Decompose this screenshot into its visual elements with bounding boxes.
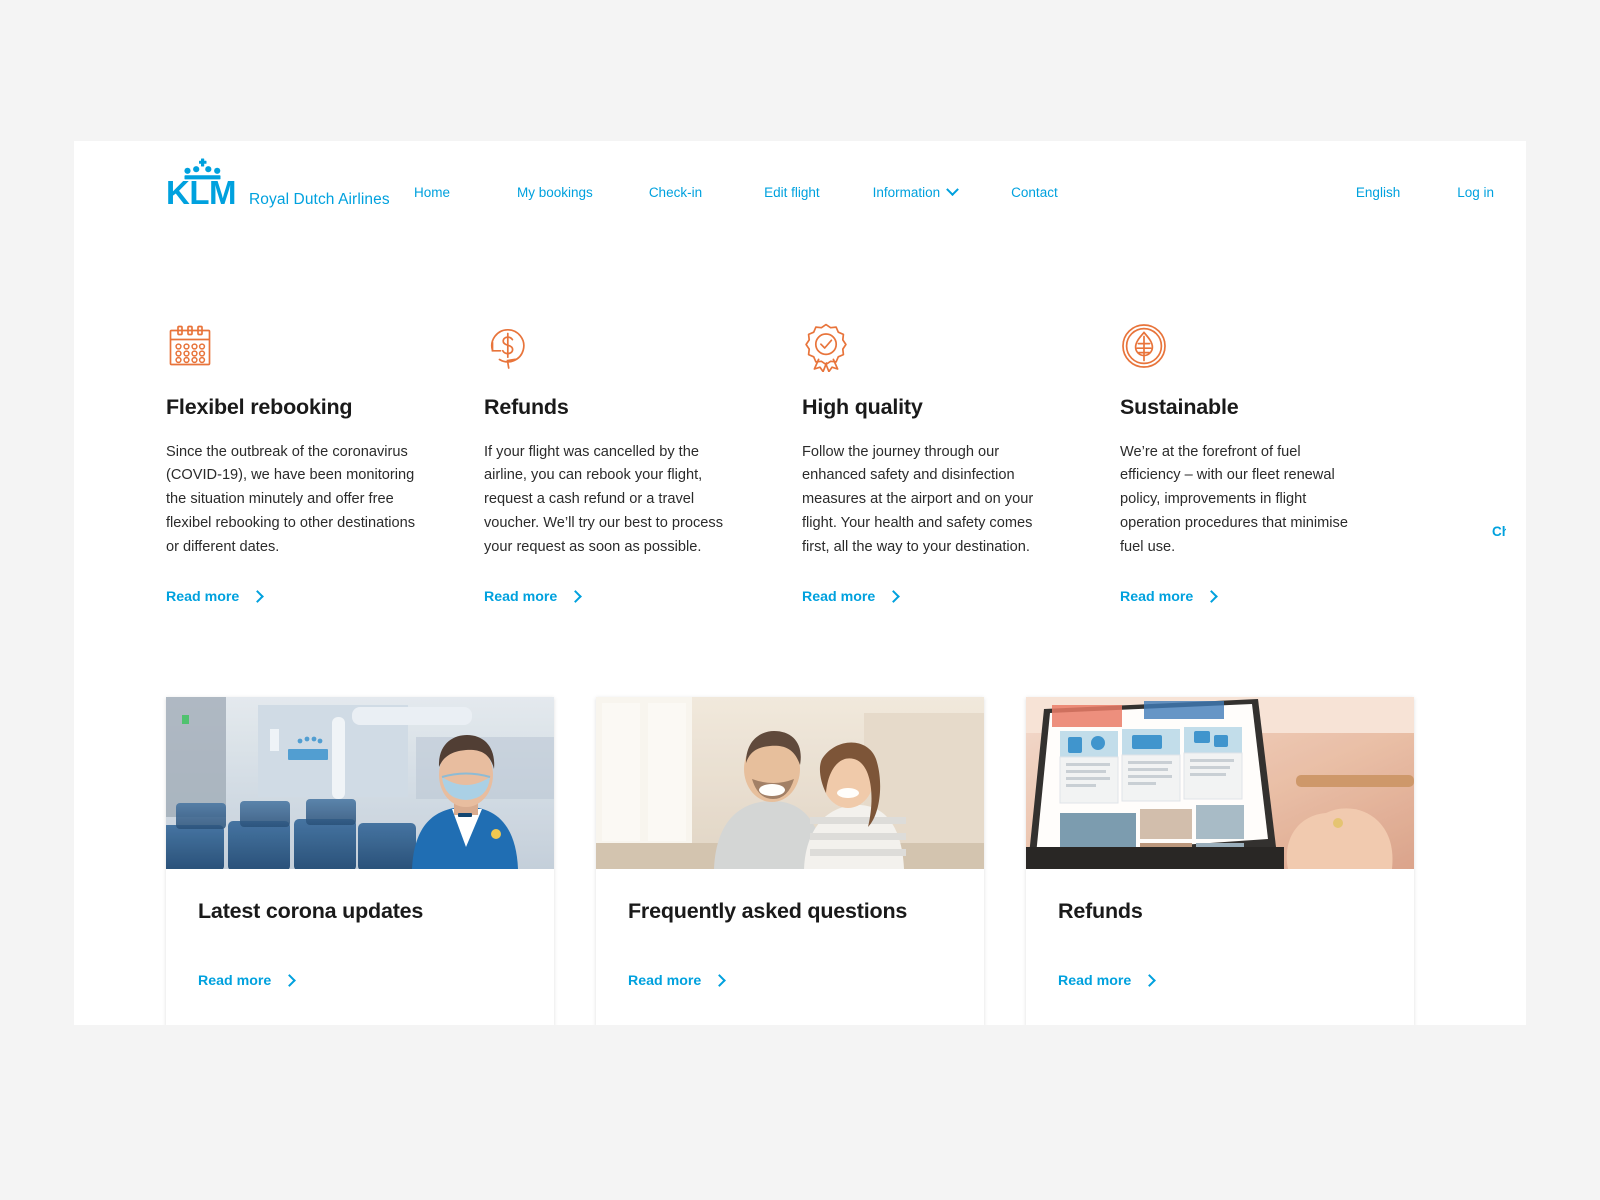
chevron-down-icon [946,183,960,197]
feature-body: Follow the journey through our enhanced … [802,443,1034,555]
card-latest-corona-updates[interactable]: Latest corona updates Read more [166,697,554,1025]
read-more-label: Read more [1120,588,1194,605]
quality-badge-icon [802,322,1120,373]
main-nav: Home My bookings Check-in Edit flight In… [414,183,1058,200]
site-header: KLM Royal Dutch Airlines Home My booking… [74,141,1526,256]
feature-high-quality: High quality Follow the journey through … [802,322,1120,606]
read-more-link[interactable]: Read more [802,588,901,605]
nav-item-my-bookings-label: My bookings [517,185,593,200]
card-body: Latest corona updates Read more [166,869,554,1025]
card-refunds[interactable]: Refunds Read more [1026,697,1414,1025]
login-link[interactable]: Log in [1457,186,1494,200]
chat-tab[interactable]: Chat [1492,524,1506,539]
nav-item-check-in[interactable]: Check-in [649,186,702,200]
nav-item-my-bookings[interactable]: My bookings [517,186,593,200]
chevron-right-icon [251,590,265,604]
read-more-link[interactable]: Read more [166,588,265,605]
chevron-right-icon [713,974,727,988]
read-more-label: Read more [628,972,702,989]
read-more-label: Read more [166,588,240,605]
klm-logo-link[interactable]: KLM Royal Dutch Airlines [166,158,390,211]
smiling-couple-on-couch-photo [596,697,984,869]
feature-body: If your flight was cancelled by the airl… [484,443,724,555]
nav-item-information[interactable]: Information [872,183,960,200]
nav-item-check-in-label: Check-in [648,185,703,200]
card-body: Refunds Read more [1026,869,1414,1025]
klm-crown-icon: KLM [166,158,240,211]
calendar-icon [166,322,484,370]
promo-cards: Latest corona updates Read more Frequent… [166,697,1414,1025]
feature-title: Refunds [484,395,569,419]
feature-title: Sustainable [1120,395,1239,419]
feature-sustainable: Sustainable We’re at the forefront of fu… [1120,322,1438,606]
chevron-right-icon [887,590,901,604]
read-more-label: Read more [802,588,876,605]
header-utilities: English Log in [1356,186,1494,200]
read-more-link[interactable]: Read more [1120,588,1219,605]
chevron-right-icon [1143,974,1157,988]
nav-item-edit-flight-label: Edit flight [764,185,820,200]
feature-columns: Flexibel rebooking Since the outbreak of… [166,322,1456,606]
nav-item-home-label: Home [414,185,451,200]
read-more-label: Read more [198,972,272,989]
read-more-label: Read more [484,588,558,605]
chevron-right-icon [1205,590,1219,604]
read-more-link[interactable]: Read more [628,972,727,989]
nav-item-contact[interactable]: Contact [1011,186,1058,200]
feature-refunds: Refunds If your flight was cancelled by … [484,322,802,606]
read-more-link[interactable]: Read more [1058,972,1157,989]
card-frequently-asked-questions[interactable]: Frequently asked questions Read more [596,697,984,1025]
chevron-right-icon [569,590,583,604]
read-more-link[interactable]: Read more [198,972,297,989]
page-canvas: KLM Royal Dutch Airlines Home My booking… [0,0,1600,1200]
chevron-right-icon [283,974,297,988]
feature-title: Flexibel rebooking [166,395,353,419]
site-sheet: KLM Royal Dutch Airlines Home My booking… [74,141,1526,1025]
feature-body: Since the outbreak of the coronavirus (C… [166,443,416,555]
read-more-link[interactable]: Read more [484,588,583,605]
klm-cabin-crew-with-face-mask-photo [166,697,554,869]
card-title: Refunds [1058,899,1143,923]
brand-tagline: Royal Dutch Airlines [249,190,390,208]
refund-dollar-icon [484,322,802,370]
read-more-label: Read more [1058,972,1132,989]
nav-item-edit-flight[interactable]: Edit flight [764,186,820,200]
leaf-circle-icon [1120,322,1438,370]
card-body: Frequently asked questions Read more [596,869,984,1025]
nav-item-home[interactable]: Home [414,186,450,200]
feature-body: We’re at the forefront of fuel efficienc… [1120,443,1348,555]
language-selector[interactable]: English [1356,186,1400,200]
feature-title: High quality [802,395,923,419]
nav-item-information-label: Information [872,185,941,200]
feature-flexibel-rebooking: Flexibel rebooking Since the outbreak of… [166,322,484,606]
hands-typing-on-laptop-website-photo [1026,697,1414,869]
card-title: Frequently asked questions [628,899,908,923]
card-title: Latest corona updates [198,899,424,923]
svg-text:KLM: KLM [166,174,236,206]
nav-item-contact-label: Contact [1011,185,1058,200]
